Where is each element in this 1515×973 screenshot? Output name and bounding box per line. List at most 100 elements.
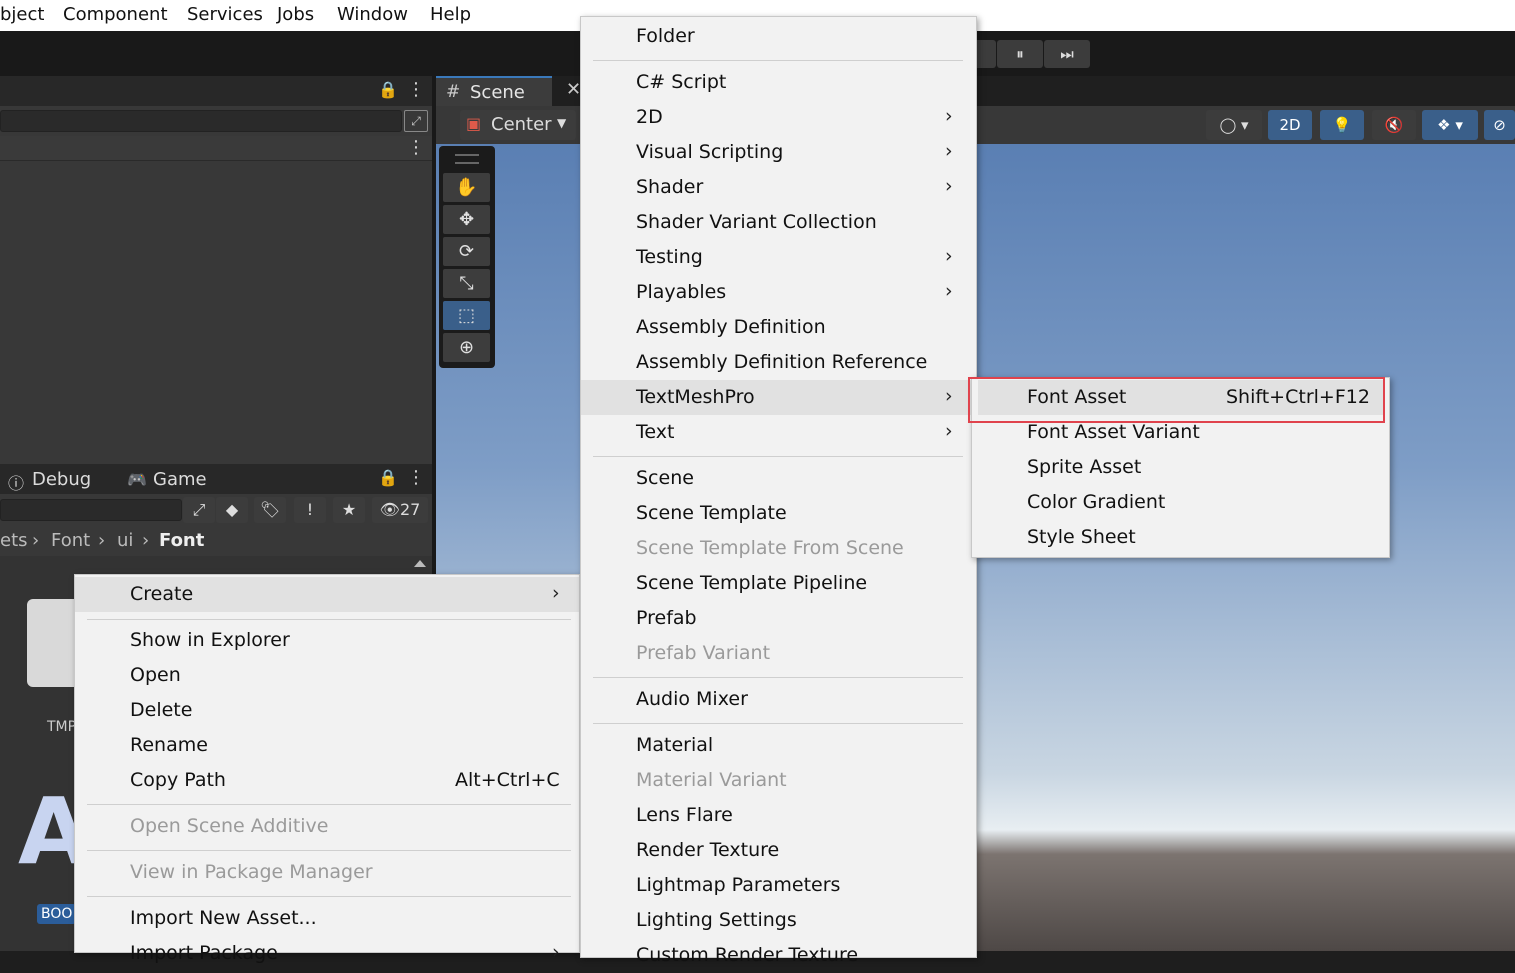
project-search-input[interactable] xyxy=(0,499,182,521)
drag-handle[interactable] xyxy=(455,154,479,164)
rotate-tool-icon[interactable]: ⟳ xyxy=(443,237,490,266)
step-button[interactable]: ⏭ xyxy=(1044,40,1090,68)
menu-item-show-in-explorer[interactable]: Show in Explorer xyxy=(75,623,579,658)
menu-item-sprite-asset[interactable]: Sprite Asset xyxy=(972,450,1389,485)
menu-component[interactable]: Component xyxy=(63,4,168,25)
pivot-dropdown[interactable]: ▣ Center ▼ xyxy=(460,110,576,140)
maximize-icon[interactable]: ⤢ xyxy=(183,497,215,523)
menu-item-playables[interactable]: Playables › xyxy=(581,275,976,310)
menu-item-testing[interactable]: Testing › xyxy=(581,240,976,275)
menu-window[interactable]: Window xyxy=(337,4,408,25)
close-icon[interactable]: ✕ xyxy=(566,79,581,100)
more-icon[interactable]: ⋮ xyxy=(407,137,425,158)
breadcrumb-item[interactable]: Font xyxy=(51,530,90,551)
menu-item-material-variant: Material Variant xyxy=(581,763,976,798)
more-icon[interactable]: ⋮ xyxy=(407,467,425,488)
menu-item-delete[interactable]: Delete xyxy=(75,693,579,728)
transform-tool-icon[interactable]: ⊕ xyxy=(443,333,490,362)
menu-item-scene-template[interactable]: Scene Template xyxy=(581,496,976,531)
menu-item-audio-mixer[interactable]: Audio Mixer xyxy=(581,682,976,717)
menu-item-scene[interactable]: Scene xyxy=(581,461,976,496)
menu-item-label: Material xyxy=(636,734,714,756)
maximize-icon[interactable]: ⤢ xyxy=(404,110,428,132)
tab-game[interactable]: Game xyxy=(153,469,207,490)
hierarchy-search-input[interactable] xyxy=(0,110,402,132)
rect-tool-icon[interactable]: ⬚ xyxy=(443,301,490,330)
menu-item-scene-template-pipeline[interactable]: Scene Template Pipeline xyxy=(581,566,976,601)
menu-item-import-package[interactable]: Import Package › xyxy=(75,936,579,971)
visibility-count[interactable]: 👁27 xyxy=(372,497,428,523)
2d-toggle-button[interactable]: 2D xyxy=(1268,110,1312,140)
menu-item-color-gradient[interactable]: Color Gradient xyxy=(972,485,1389,520)
filter-type-icon[interactable]: ◆ xyxy=(216,497,248,523)
chevron-down-icon: ▼ xyxy=(557,116,567,130)
breadcrumb-item[interactable]: ets xyxy=(0,530,28,551)
label-icon[interactable]: 🏷 xyxy=(254,497,286,523)
effects-toggle-icon[interactable]: ❖ ▾ xyxy=(1422,110,1478,140)
context-menu: Create › Show in Explorer Open Delete Re… xyxy=(74,574,580,964)
menu-item-assembly-definition-reference[interactable]: Assembly Definition Reference xyxy=(581,345,976,380)
more-icon[interactable]: ⋮ xyxy=(407,79,425,100)
chevron-right-icon: › xyxy=(552,941,560,963)
menu-item-label: Copy Path xyxy=(130,769,226,791)
pause-button[interactable]: ⏸ xyxy=(997,40,1043,68)
menu-services[interactable]: Services xyxy=(187,4,263,25)
hierarchy-subheader: ⋮ xyxy=(0,136,432,161)
menu-item-create[interactable]: Create › xyxy=(75,577,579,612)
menu-gameobject[interactable]: bject xyxy=(0,4,44,25)
star-icon[interactable]: ★ xyxy=(333,497,365,523)
menu-item-open[interactable]: Open xyxy=(75,658,579,693)
play-button[interactable] xyxy=(974,40,996,68)
scene-tab-label: Scene xyxy=(470,82,525,103)
tab-scene[interactable]: # Scene xyxy=(436,76,552,106)
menu-item-csharp-script[interactable]: C# Script xyxy=(581,65,976,100)
menu-item-custom-render-texture[interactable]: Custom Render Texture xyxy=(581,938,976,973)
menu-help[interactable]: Help xyxy=(430,4,471,25)
menu-jobs[interactable]: Jobs xyxy=(277,4,314,25)
menu-item-style-sheet[interactable]: Style Sheet xyxy=(972,520,1389,555)
menu-item-lighting-settings[interactable]: Lighting Settings xyxy=(581,903,976,938)
move-tool-icon[interactable]: ✥ xyxy=(443,205,490,234)
chevron-right-icon: › xyxy=(32,530,40,551)
menu-item-textmeshpro[interactable]: TextMeshPro › xyxy=(581,380,976,415)
menu-item-render-texture[interactable]: Render Texture xyxy=(581,833,976,868)
menu-item-lightmap-parameters[interactable]: Lightmap Parameters xyxy=(581,868,976,903)
menu-item-label: Sprite Asset xyxy=(1027,456,1142,478)
hidden-count: 27 xyxy=(399,500,421,519)
warning-icon[interactable]: ! xyxy=(294,497,326,523)
chevron-right-icon: › xyxy=(945,280,953,302)
chevron-right-icon: › xyxy=(945,175,953,197)
menu-item-label: Prefab xyxy=(636,607,697,629)
menu-item-folder[interactable]: Folder xyxy=(581,19,976,54)
menu-item-shader[interactable]: Shader › xyxy=(581,170,976,205)
menu-item-text[interactable]: Text › xyxy=(581,415,976,450)
scroll-up-icon[interactable] xyxy=(414,560,426,567)
breadcrumb-item[interactable]: ui xyxy=(117,530,133,551)
menu-item-lens-flare[interactable]: Lens Flare xyxy=(581,798,976,833)
shading-mode-button[interactable]: ◯ ▾ xyxy=(1206,110,1262,140)
lock-icon[interactable]: 🔒 xyxy=(378,468,398,487)
audio-mute-icon[interactable]: 🔇 xyxy=(1372,110,1416,140)
menu-item-rename[interactable]: Rename xyxy=(75,728,579,763)
lighting-toggle-icon[interactable]: 💡 xyxy=(1320,110,1364,140)
menu-item-label: Assembly Definition Reference xyxy=(636,351,928,373)
menu-item-label: 2D xyxy=(636,106,663,128)
chevron-right-icon: › xyxy=(945,385,953,407)
hidden-objects-icon[interactable]: ⊘ xyxy=(1484,110,1515,140)
menu-item-2d[interactable]: 2D › xyxy=(581,100,976,135)
menu-item-label: Rename xyxy=(130,734,208,756)
menu-item-import-new-asset[interactable]: Import New Asset... xyxy=(75,901,579,936)
lock-icon[interactable]: 🔒 xyxy=(378,80,398,99)
chevron-right-icon: › xyxy=(945,140,953,162)
tab-debug[interactable]: Debug xyxy=(32,469,91,490)
menu-item-label: Visual Scripting xyxy=(636,141,784,163)
tool-palette: ✋ ✥ ⟳ ⤡ ⬚ ⊕ xyxy=(439,146,495,368)
menu-item-copy-path[interactable]: Copy Path Alt+Ctrl+C xyxy=(75,763,579,798)
hand-tool-icon[interactable]: ✋ xyxy=(443,173,490,202)
menu-item-visual-scripting[interactable]: Visual Scripting › xyxy=(581,135,976,170)
menu-item-shader-variant-collection[interactable]: Shader Variant Collection xyxy=(581,205,976,240)
scale-tool-icon[interactable]: ⤡ xyxy=(443,269,490,298)
menu-item-assembly-definition[interactable]: Assembly Definition xyxy=(581,310,976,345)
menu-item-material[interactable]: Material xyxy=(581,728,976,763)
menu-item-prefab[interactable]: Prefab xyxy=(581,601,976,636)
